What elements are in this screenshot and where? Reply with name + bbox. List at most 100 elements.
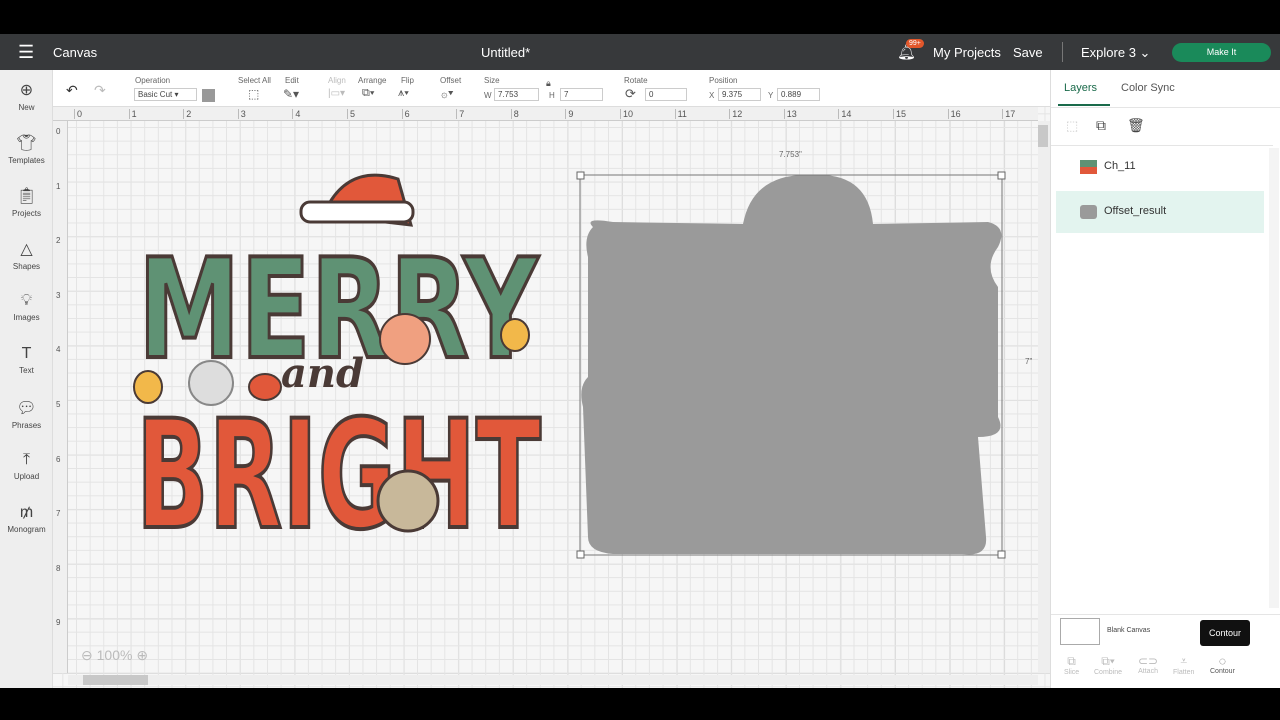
label: Flatten bbox=[1173, 669, 1195, 676]
w-label: W bbox=[484, 91, 492, 100]
sidebar-item-text[interactable]: T Text bbox=[0, 345, 53, 375]
lock-icon[interactable]: 🔒︎ bbox=[546, 78, 551, 89]
ruler-tick: 4 bbox=[56, 345, 61, 355]
layer-item-offset-result[interactable]: Offset_result bbox=[1056, 191, 1264, 233]
combine-icon: ⧉▾ bbox=[1101, 654, 1115, 668]
attach-button[interactable]: ⊂⊃ Attach bbox=[1138, 654, 1158, 675]
sidebar-item-templates[interactable]: 👕︎ Templates bbox=[0, 133, 53, 165]
machine-select[interactable]: Explore 3 ⌄ bbox=[1081, 45, 1150, 61]
sidebar-item-shapes[interactable]: △ Shapes bbox=[0, 239, 53, 271]
top-header: ☰ Canvas Untitled* 🔔︎ 99+ My Projects Sa… bbox=[0, 34, 1280, 70]
trash-icon[interactable]: 🗑︎ bbox=[1127, 117, 1145, 134]
vertical-ruler: 0 1 2 3 4 5 6 7 8 9 bbox=[53, 121, 68, 673]
flip-icon[interactable]: ⩚▾ bbox=[398, 87, 409, 100]
menu-icon[interactable]: ☰ bbox=[18, 42, 34, 63]
ruler-tick: 8 bbox=[510, 109, 519, 119]
offset-label: Offset bbox=[440, 76, 462, 85]
design-canvas[interactable]: MERRY and BRIGHT 7.753" 7" ⊖ 100% ⊕ bbox=[53, 107, 1050, 688]
make-it-button[interactable]: Make It bbox=[1172, 43, 1271, 62]
notification-badge: 99+ bbox=[906, 39, 924, 48]
height-input[interactable]: 7 bbox=[560, 88, 603, 101]
merry-bright-design[interactable]: MERRY and BRIGHT bbox=[133, 173, 543, 565]
canvas-artwork: MERRY and BRIGHT bbox=[133, 171, 1006, 565]
hat-brim bbox=[299, 200, 415, 224]
sidebar-item-images[interactable]: 💡︎ Images bbox=[0, 292, 53, 322]
sidebar-item-new[interactable]: ⊕ New bbox=[0, 80, 53, 112]
y-input[interactable]: 0.889 bbox=[777, 88, 820, 101]
select-all-icon[interactable]: ⬚ bbox=[248, 87, 259, 101]
sidebar-item-upload[interactable]: ⤒ Upload bbox=[0, 451, 53, 481]
combine-button[interactable]: ⧉▾ Combine bbox=[1094, 654, 1122, 676]
color-swatch[interactable] bbox=[202, 89, 215, 102]
flatten-button[interactable]: ⩡ Flatten bbox=[1173, 654, 1194, 676]
left-sidebar: ⊕ New 👕︎ Templates 📋︎ Projects △ Shapes 💡︎ Im… bbox=[0, 70, 53, 688]
scroll-thumb[interactable] bbox=[83, 675, 148, 685]
ruler-tick: 15 bbox=[893, 109, 906, 119]
contour-tooltip: Contour bbox=[1200, 620, 1250, 646]
save-button[interactable]: Save bbox=[1013, 45, 1043, 60]
rotate-input[interactable]: 0 bbox=[645, 88, 687, 101]
sidebar-item-projects[interactable]: 📋︎ Projects bbox=[0, 186, 53, 218]
label: Phrases bbox=[11, 421, 42, 430]
slice-button[interactable]: ⧉ Slice bbox=[1064, 654, 1079, 676]
operation-label: Operation bbox=[135, 76, 171, 85]
sidebar-item-phrases[interactable]: 💬︎ Phrases bbox=[0, 398, 53, 430]
tab-color-sync[interactable]: Color Sync bbox=[1121, 82, 1175, 94]
offset-result-shape[interactable] bbox=[581, 174, 1002, 555]
blank-canvas-label: Blank Canvas bbox=[1107, 627, 1151, 634]
width-input[interactable]: 7.753 bbox=[494, 88, 539, 101]
contour-button[interactable]: ◌ Contour bbox=[1210, 654, 1235, 675]
ruler-tick: 17 bbox=[1002, 109, 1015, 119]
ruler-tick: 6 bbox=[401, 109, 410, 119]
align-icon[interactable]: |▭▾ bbox=[328, 88, 345, 99]
x-input[interactable]: 9.375 bbox=[718, 88, 761, 101]
zoom-out-icon[interactable]: ⊖ bbox=[81, 647, 93, 663]
blank-canvas-swatch[interactable] bbox=[1060, 618, 1100, 645]
offset-icon[interactable]: ۞▾ bbox=[441, 87, 454, 100]
edit-pencil-icon[interactable]: ✎▾ bbox=[283, 87, 299, 101]
vertical-scrollbar[interactable] bbox=[1038, 121, 1050, 673]
width-value: 7.753 bbox=[498, 90, 519, 99]
zoom-in-icon[interactable]: ⊕ bbox=[136, 647, 148, 663]
ruler-tick: 8 bbox=[56, 563, 61, 573]
panel-scrollbar[interactable] bbox=[1269, 148, 1279, 608]
flip-label: Flip bbox=[401, 76, 414, 85]
ruler-tick: 6 bbox=[56, 454, 61, 464]
duplicate-icon[interactable]: ⧉ bbox=[1096, 117, 1106, 134]
height-dimension-label: 7" bbox=[1025, 357, 1033, 366]
ruler-tick: 14 bbox=[838, 109, 851, 119]
shapes-icon: △ bbox=[20, 241, 33, 258]
bulb-icon: 💡︎ bbox=[20, 292, 33, 309]
tab-layers[interactable]: Layers bbox=[1064, 82, 1097, 94]
light-bulb bbox=[500, 318, 530, 352]
zoom-level: 100% bbox=[96, 647, 133, 663]
clipboard-icon: 📋︎ bbox=[16, 188, 37, 205]
chevron-down-icon: ⌄ bbox=[1139, 45, 1151, 60]
align-label: Align bbox=[328, 76, 346, 85]
scroll-thumb[interactable] bbox=[1038, 125, 1048, 147]
horizontal-scrollbar[interactable] bbox=[68, 675, 1038, 685]
layer-thumbnail bbox=[1080, 205, 1097, 219]
ruler-tick: 5 bbox=[56, 400, 61, 409]
divider bbox=[1051, 107, 1280, 108]
horizontal-ruler: 0 1 2 3 4 5 6 7 8 9 10 11 12 13 14 15 16 17 bbox=[53, 107, 1038, 121]
snowflake bbox=[188, 360, 234, 406]
select-all-label: Select All bbox=[238, 76, 271, 85]
redo-icon[interactable]: ↷ bbox=[94, 82, 106, 99]
arrange-icon[interactable]: ⧉▾ bbox=[362, 87, 374, 100]
sidebar-item-monogram[interactable]: ₥ Monogram bbox=[0, 504, 53, 534]
ruler-tick: 9 bbox=[56, 618, 61, 628]
operation-select[interactable]: Basic Cut ▾ bbox=[134, 88, 197, 101]
group-icon[interactable]: ⬚ bbox=[1066, 118, 1078, 134]
layer-item-ch11[interactable]: Ch_11 bbox=[1056, 148, 1264, 186]
ruler-tick: 2 bbox=[56, 236, 61, 246]
undo-icon[interactable]: ↶ bbox=[66, 82, 78, 99]
flatten-icon: ⩡ bbox=[1180, 654, 1188, 668]
my-projects-link[interactable]: My Projects bbox=[933, 45, 1001, 60]
bottom-actions: ⧉ Slice ⧉▾ Combine ⊂⊃ Attach ⩡ Flatten ◌ Cont… bbox=[1051, 650, 1280, 688]
operation-value: Basic Cut bbox=[138, 90, 173, 99]
document-title: Untitled* bbox=[481, 45, 531, 60]
height-value: 7 bbox=[564, 90, 569, 99]
ruler-tick: 0 bbox=[56, 127, 61, 136]
arrange-label: Arrange bbox=[358, 76, 387, 85]
